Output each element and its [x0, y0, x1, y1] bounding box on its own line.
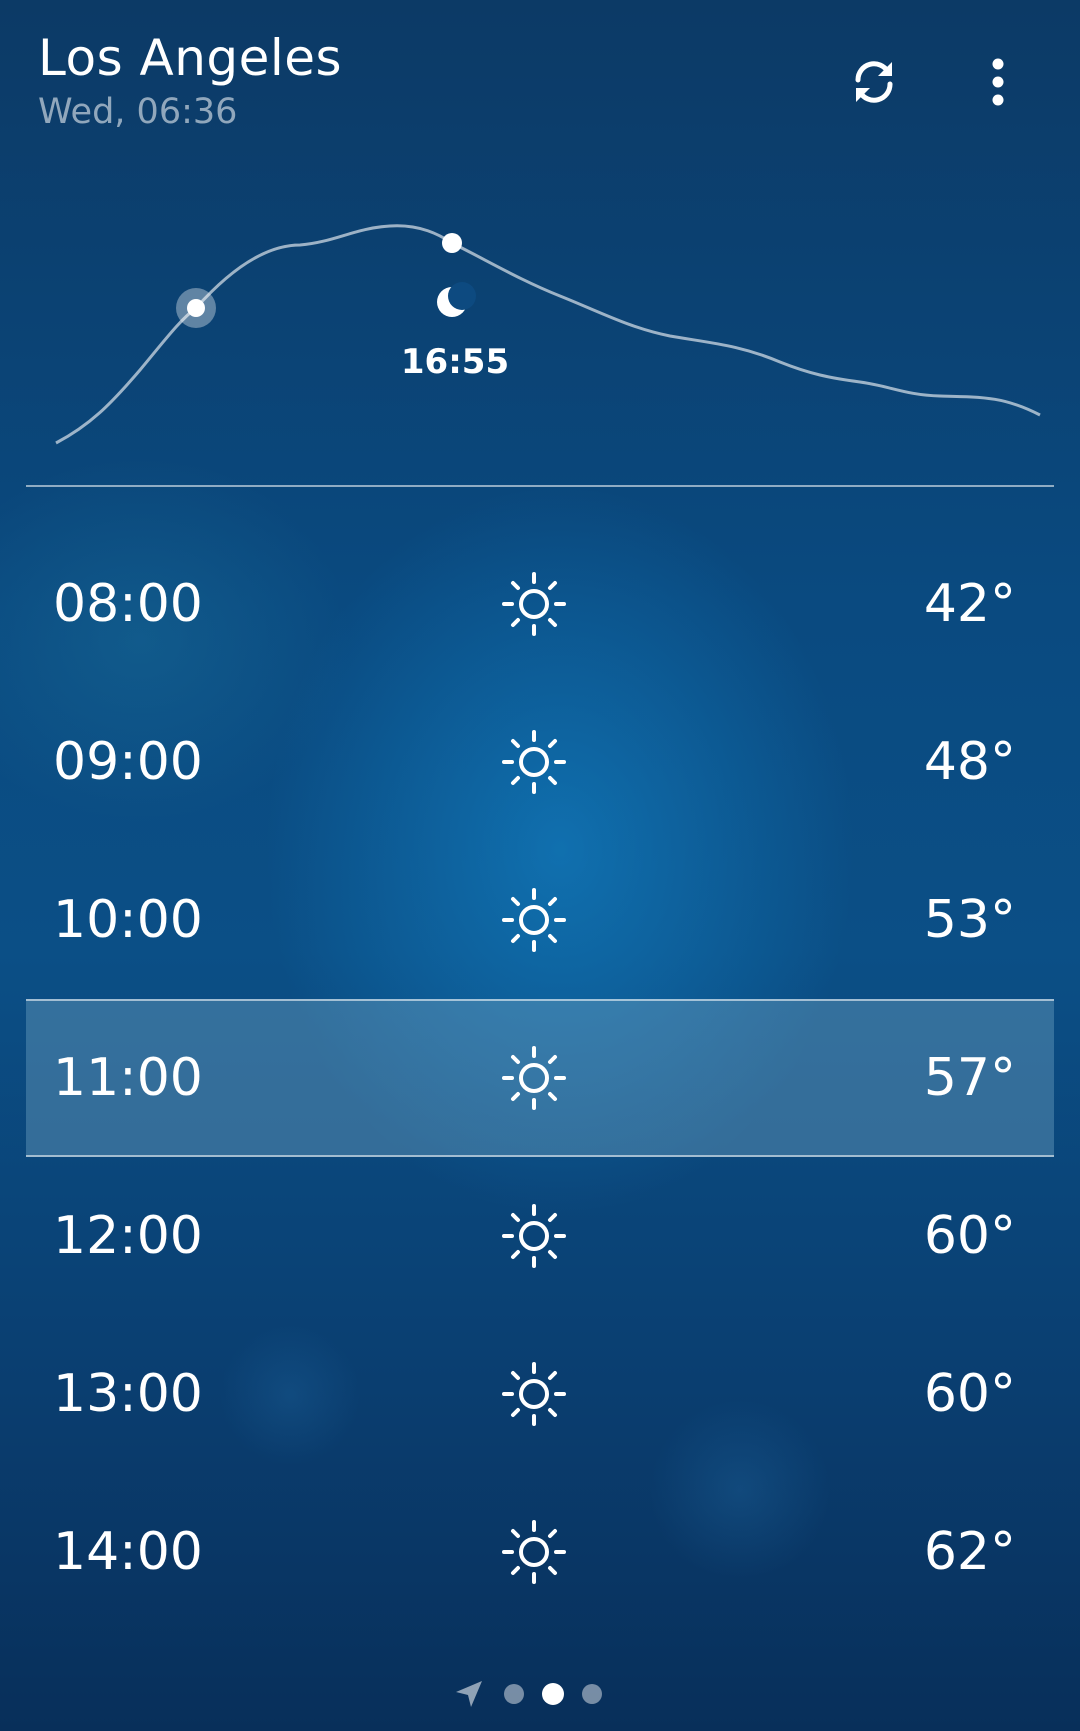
hour-temperature: 57° [923, 1048, 1016, 1108]
hour-time: 11:00 [53, 1048, 203, 1108]
hour-temperature: 62° [923, 1522, 1016, 1582]
hour-temperature: 48° [923, 732, 1016, 792]
page-dot-1[interactable] [504, 1684, 524, 1704]
location-arrow-icon[interactable] [454, 1679, 484, 1709]
hourly-row[interactable]: 10:00 53° [26, 841, 1054, 999]
hour-time: 12:00 [53, 1206, 203, 1266]
hour-time: 08:00 [53, 574, 203, 634]
sun-icon [502, 1520, 566, 1584]
hour-temperature: 60° [923, 1206, 1016, 1266]
page-dot-2-active[interactable] [542, 1683, 564, 1705]
sun-icon [502, 888, 566, 952]
sun-icon [502, 1362, 566, 1426]
hour-time: 09:00 [53, 732, 203, 792]
page-dot-3[interactable] [582, 1684, 602, 1704]
sunset-marker [442, 233, 462, 253]
hour-time: 14:00 [53, 1522, 203, 1582]
sun-icon [502, 1204, 566, 1268]
sunrise-marker-dot [187, 299, 205, 317]
hour-temperature: 53° [923, 890, 1016, 950]
sun-icon [502, 572, 566, 636]
crescent-moon-icon [437, 282, 476, 317]
sun-path-curve [55, 224, 1041, 445]
sunset-time: 16:55 [400, 342, 510, 382]
sun-icon [502, 1046, 566, 1110]
hourly-row[interactable]: 08:00 42° [26, 525, 1054, 683]
sun-path-graph [55, 224, 1041, 445]
hourly-row-current[interactable]: 11:00 57° [26, 999, 1054, 1157]
page-indicator [0, 1674, 1080, 1714]
hour-temperature: 60° [923, 1364, 1016, 1424]
hourly-row[interactable]: 09:00 48° [26, 683, 1054, 841]
hour-temperature: 42° [923, 574, 1016, 634]
hourly-row[interactable]: 12:00 60° [26, 1157, 1054, 1315]
hour-time: 10:00 [53, 890, 203, 950]
graph-divider [26, 485, 1054, 487]
hour-time: 13:00 [53, 1364, 203, 1424]
hourly-forecast-list: 08:00 42° 09:00 48° 10:00 53° 11:00 57° … [26, 525, 1054, 1635]
sun-icon [502, 730, 566, 794]
hourly-row[interactable]: 14:00 62° [26, 1473, 1054, 1631]
hourly-row[interactable]: 13:00 60° [26, 1315, 1054, 1473]
